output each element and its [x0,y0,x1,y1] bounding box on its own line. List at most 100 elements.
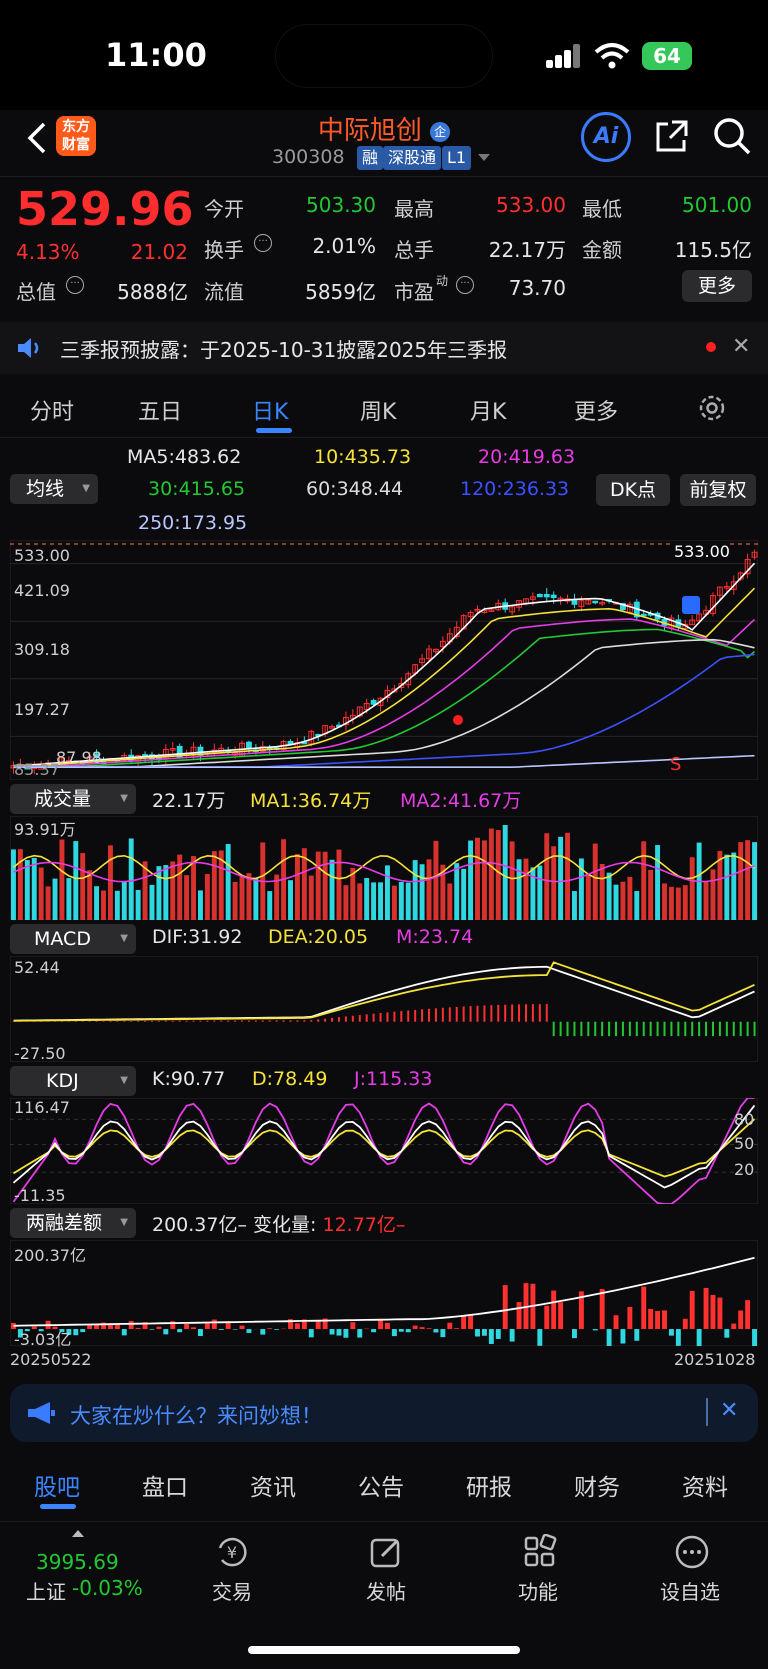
volume-bar [703,881,709,920]
tab-forum[interactable]: 股吧 [34,1468,80,1502]
info-icon[interactable]: ··· [456,276,474,294]
tab-research[interactable]: 研报 [466,1468,512,1502]
turnover-value: 2.01% [312,234,376,258]
ma20-value: 20:419.63 [478,446,576,468]
high-value: 533.00 [496,193,566,217]
macd-selector[interactable]: MACD ▼ [10,924,136,954]
margin-bottom-label: -3.03亿 [14,1330,72,1349]
volume-bar [101,890,106,920]
caret-up-icon [72,1530,84,1537]
post-icon[interactable] [368,1534,404,1570]
last-price: 529.96 [16,182,194,236]
ma-selector[interactable]: 均线 ▼ [10,474,98,504]
dock-trade[interactable]: 交易 [212,1576,252,1605]
dropdown-icon: ▼ [120,933,128,944]
open-label: 今开 [204,197,244,221]
volume-bar [495,830,501,920]
macd-chart[interactable] [10,956,758,1062]
tab-profile[interactable]: 资料 [682,1468,728,1502]
share-icon[interactable] [652,118,690,156]
y-label-4: 197.27 [14,700,70,719]
volume-bar [668,886,674,920]
volume-bar [315,851,321,920]
volume-bar [412,860,418,920]
volume-bar [572,891,577,920]
volume-bar [329,859,335,920]
info-icon[interactable]: ··· [66,276,84,294]
functions-icon[interactable] [522,1534,558,1570]
index-widget[interactable]: 3995.69 上证 -0.03% [20,1530,160,1604]
volume-bar [80,853,86,920]
dropdown-icon: ▼ [120,793,128,804]
info-icon[interactable]: ··· [254,234,272,252]
dk-button[interactable]: DK点 [596,474,670,506]
tab-intraday[interactable]: 分时 [30,394,74,426]
volume-bar [447,883,453,920]
tab-orderbook[interactable]: 盘口 [142,1468,188,1502]
margin-selector[interactable]: 两融差额 ▼ [10,1208,136,1238]
candlestick-chart[interactable] [10,540,758,780]
more-button[interactable]: 更多 [682,270,752,302]
kdj-selector-label: KDJ [46,1070,79,1092]
trade-icon[interactable]: ¥ [214,1534,250,1570]
volume-bar [253,878,259,920]
volume-bar [191,856,196,920]
volume-bar [121,881,127,920]
tag-level: L1 [442,146,472,170]
amount-label: 金额 [582,238,622,262]
volume-bar [239,875,245,920]
ai-button[interactable]: Ai [581,112,631,162]
tab-five-day[interactable]: 五日 [138,394,182,426]
ma-line [13,618,756,767]
volume-chart[interactable] [10,816,758,920]
tab-financials[interactable]: 财务 [574,1468,620,1502]
volume-bar [641,841,647,920]
more-circle-icon[interactable] [674,1534,710,1570]
kdj-chart[interactable] [10,1098,758,1204]
tab-monthly[interactable]: 月K [470,394,506,426]
pe-label: 市盈 [394,280,434,304]
dock-add-watchlist[interactable]: 设自选 [660,1576,720,1605]
volume-bar [509,841,515,920]
tab-news[interactable]: 资讯 [250,1468,296,1502]
candle [543,593,550,598]
close-icon[interactable]: ✕ [732,334,750,359]
volume-bar [391,885,397,920]
volume-bar [752,842,757,920]
settings-icon[interactable] [696,392,728,424]
close-icon[interactable]: ✕ [720,1398,738,1423]
dock-post[interactable]: 发帖 [366,1576,406,1605]
volume-selector[interactable]: 成交量 ▼ [10,784,136,814]
volume-bar [184,875,190,920]
stock-name[interactable]: 中际旭创 [318,116,422,146]
sell-signal: S [670,754,682,775]
volume-label: 总手 [394,238,434,262]
tab-more[interactable]: 更多 [574,394,618,426]
volume-bar [585,874,591,920]
volume-value: 22.17万 [152,790,226,812]
tag-margin: 融 [357,146,384,170]
ma120-value: 120:236.33 [460,478,570,500]
search-icon[interactable] [712,116,752,156]
kdj-selector[interactable]: KDJ ▼ [10,1066,136,1096]
volume-bar [156,866,162,920]
volume-bar [682,885,688,920]
tab-weekly[interactable]: 周K [360,394,396,426]
tab-announcements[interactable]: 公告 [358,1468,404,1502]
dock-functions[interactable]: 功能 [518,1576,558,1605]
kdj-j: J:115.33 [354,1068,433,1090]
volume-bar [433,840,439,920]
ma-selector-label: 均线 [26,478,65,500]
tab-daily[interactable]: 日K [252,394,288,426]
volume-bar [405,882,411,920]
date-end: 20251028 [674,1350,756,1369]
macd-bottom-label: -27.50 [14,1044,66,1063]
volume-top-label: 93.91万 [14,820,76,839]
dynamic-island [275,24,493,88]
chart-frame [10,540,758,780]
dropdown-icon: ▼ [82,483,90,494]
adjust-button[interactable]: 前复权 [680,474,756,506]
chevron-down-icon[interactable] [478,154,490,161]
kdj-d-line [13,1118,756,1178]
margin-chart[interactable] [10,1240,758,1346]
